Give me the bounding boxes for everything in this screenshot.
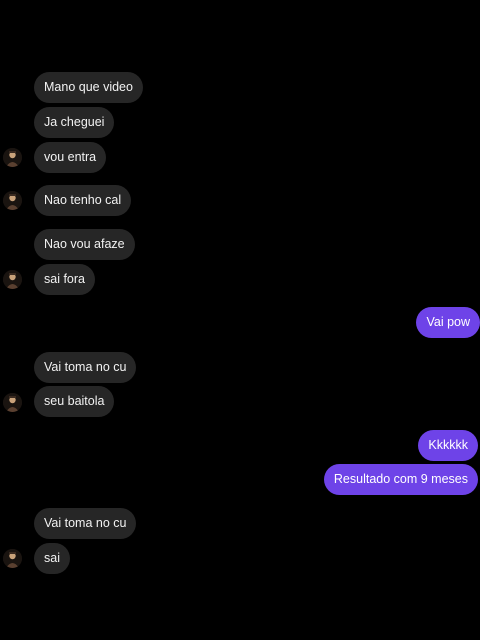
avatar-icon[interactable] (3, 393, 22, 412)
avatar-icon[interactable] (3, 549, 22, 568)
avatar-icon[interactable] (3, 270, 22, 289)
message-bubble-outgoing[interactable]: Vai pow (416, 307, 480, 338)
message-bubble-outgoing[interactable]: Resultado com 9 meses (323, 464, 478, 495)
message-bubble-incoming[interactable]: sai (34, 543, 70, 574)
chat-thread: Mano que video Ja cheguei vou entra Nao … (0, 0, 480, 640)
message-bubble-incoming[interactable]: Mano que video (34, 72, 143, 103)
message-bubble-outgoing[interactable]: Kkkkkk (418, 430, 478, 461)
message-bubble-incoming[interactable]: sai fora (34, 264, 95, 295)
message-bubble-incoming[interactable]: Vai toma no cu (34, 508, 137, 539)
message-bubble-incoming[interactable]: Nao tenho cal (34, 185, 132, 216)
avatar-icon[interactable] (3, 148, 22, 167)
message-bubble-incoming[interactable]: Vai toma no cu (34, 352, 137, 383)
message-bubble-incoming[interactable]: seu baitola (34, 386, 115, 417)
message-bubble-incoming[interactable]: Nao vou afaze (34, 229, 135, 260)
message-bubble-incoming[interactable]: vou entra (34, 142, 107, 173)
avatar-icon[interactable] (3, 191, 22, 210)
message-bubble-incoming[interactable]: Ja cheguei (34, 107, 115, 138)
